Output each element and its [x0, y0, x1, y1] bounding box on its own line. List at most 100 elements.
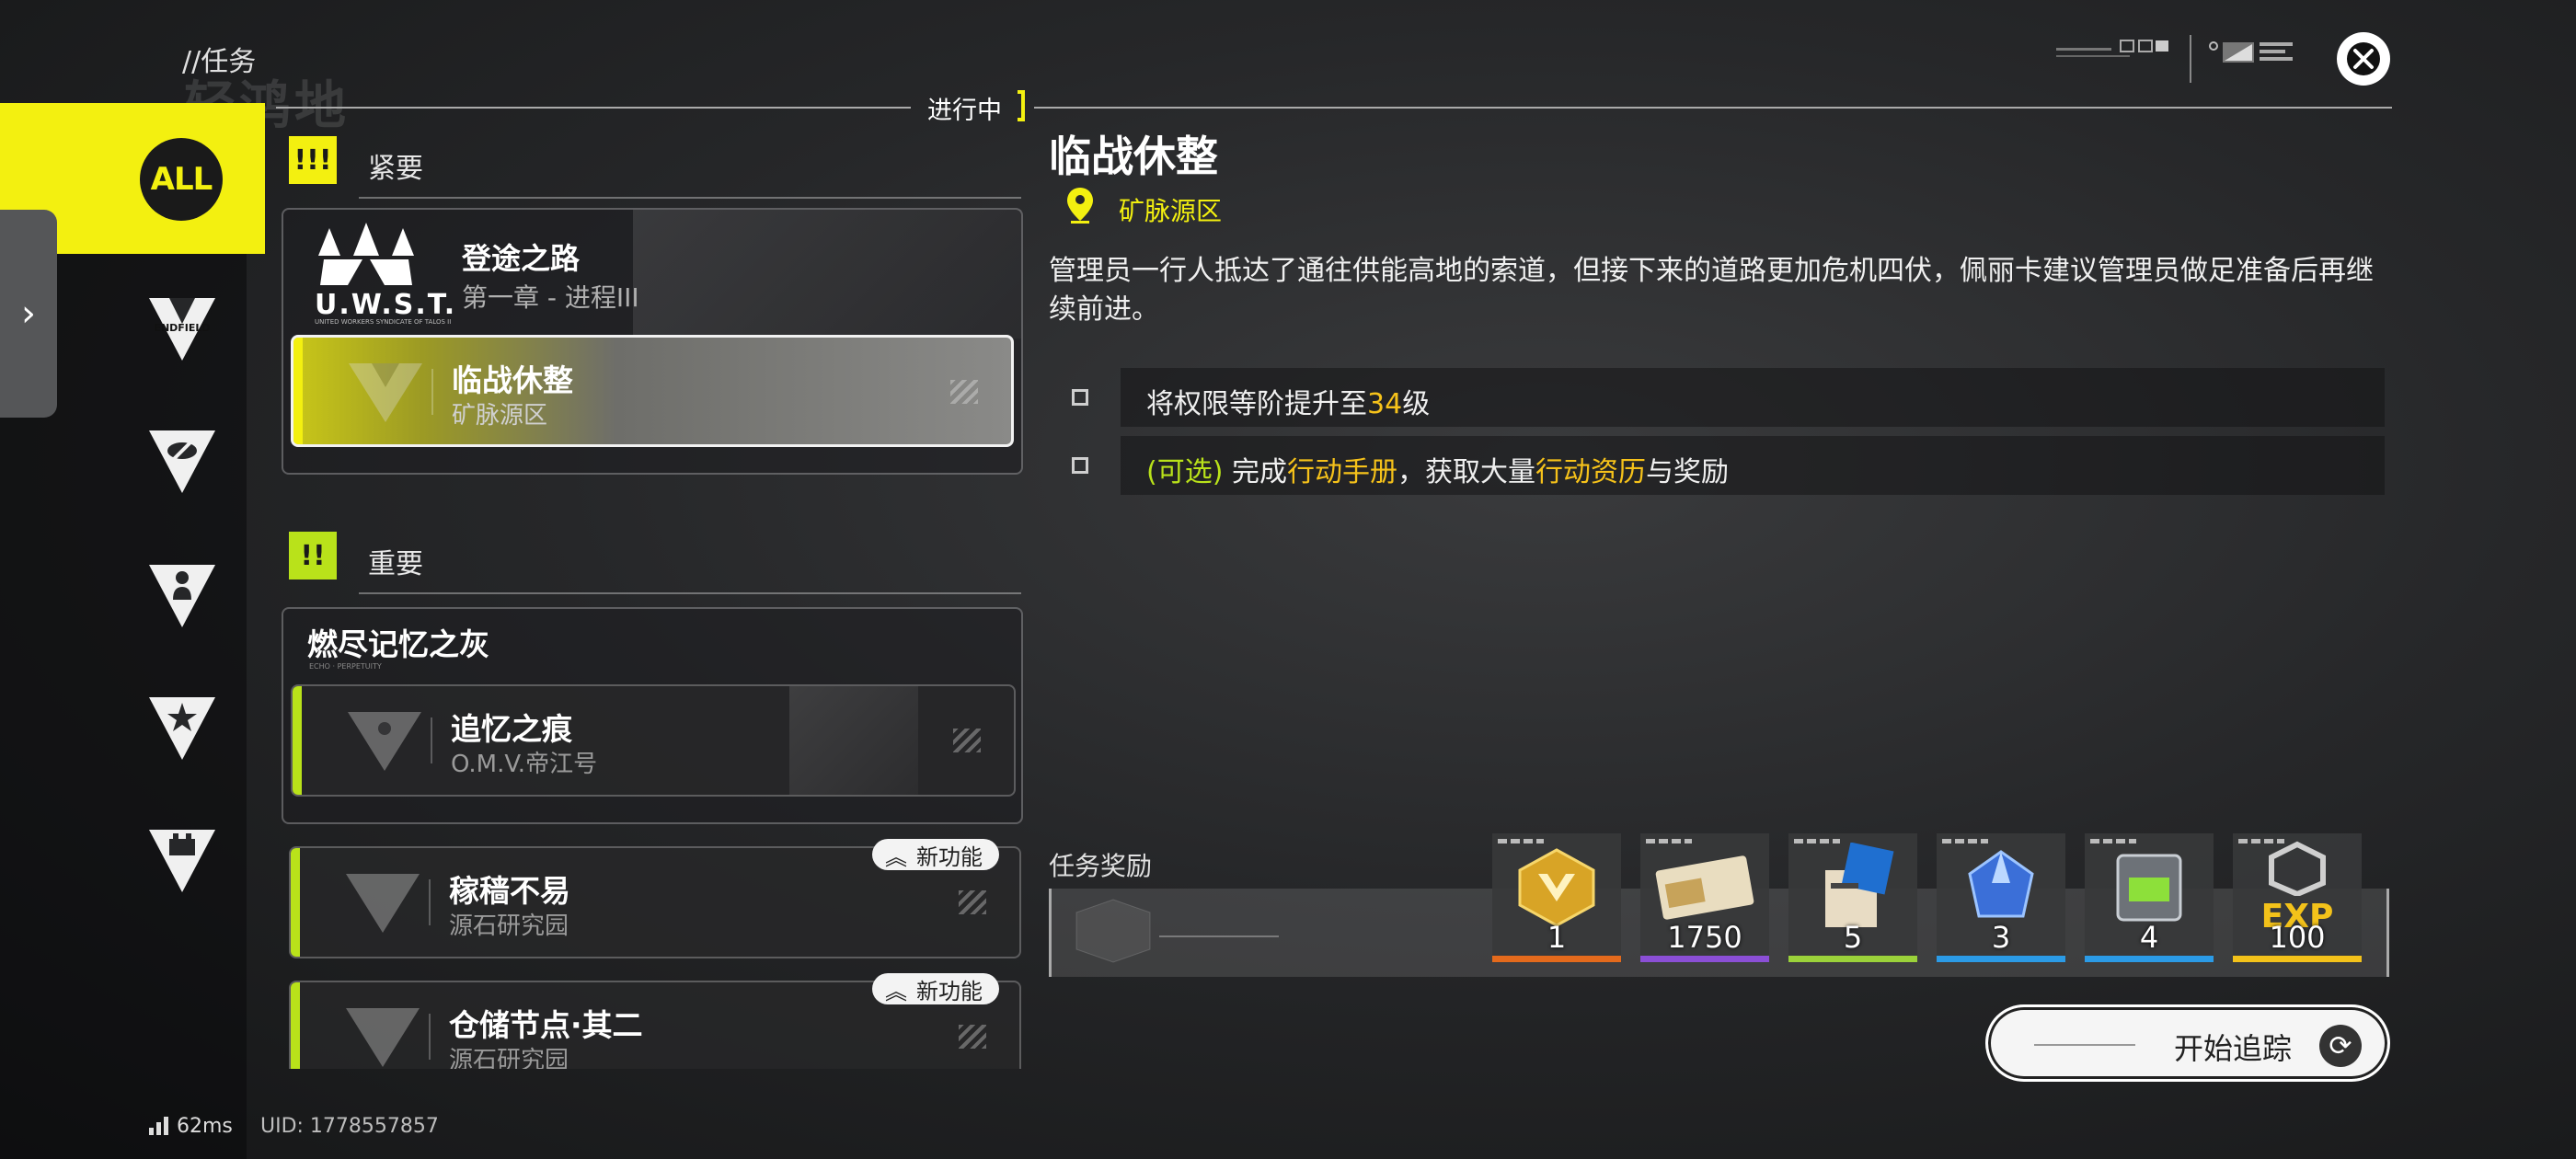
quest-stripes: [959, 1025, 986, 1049]
tracking-icon: ⟳: [2319, 1025, 2362, 1067]
hud-icons: [2209, 41, 2293, 63]
crystal-icon: [1968, 850, 2034, 918]
quest-card-memory[interactable]: 追忆之痕 O.M.V.帝江号: [291, 684, 1016, 797]
progress-line: [276, 107, 911, 109]
uwst-logo-text: U.W.S.T.: [315, 289, 457, 321]
reward-count: 4: [2139, 920, 2159, 955]
quest-description: 管理员一行人抵达了通往供能高地的索道，但接下来的道路更加危机四伏，佩丽卡建议管理…: [1049, 255, 2374, 326]
objective-text: (可选) 完成行动手册，获取大量行动资历与奖励: [1146, 456, 1729, 488]
urgent-badge: !!!: [289, 136, 337, 184]
quest-location: O.M.V.帝江号: [451, 751, 598, 778]
new-feature-tag: ︽ 新功能: [872, 973, 999, 1004]
rewards-track-edge-right: [2386, 889, 2389, 977]
group-title: 登途之路: [462, 241, 581, 276]
urgent-label: 紧要: [368, 153, 423, 185]
rarity-bar: [1492, 956, 1621, 962]
objective-row: 将权限等阶提升至34级: [1121, 368, 2385, 427]
category-eye-icon[interactable]: [145, 423, 219, 497]
close-button[interactable]: [2337, 32, 2390, 86]
drawer-toggle[interactable]: ›: [0, 210, 57, 418]
rarity-bar: [1640, 956, 1769, 962]
device-icon: [2116, 854, 2182, 922]
quest-accent-bar: [293, 338, 303, 444]
quest-separator: [431, 717, 432, 763]
quest-name: 追忆之痕: [451, 711, 572, 747]
quest-stripes: [959, 890, 986, 914]
reward-count: 1750: [1667, 920, 1742, 955]
rarity-bar: [1788, 956, 1917, 962]
reward-item[interactable]: 4: [2085, 833, 2214, 962]
reward-count: 3: [1991, 920, 2011, 955]
quest-separator: [429, 879, 431, 925]
quest-location: 源石研究园: [449, 1047, 569, 1069]
important-rule: [359, 592, 1021, 594]
new-feature-tag: ︽ 新功能: [872, 839, 999, 870]
reward-count: 1: [1547, 920, 1567, 955]
status-bracket: [1018, 90, 1025, 121]
button-decor-line: [2034, 1044, 2135, 1046]
exp-card-icon: [1825, 843, 1894, 927]
rewards-track-edge: [1049, 889, 1052, 977]
quest-name: 仓储节点·其二: [449, 1007, 643, 1043]
rarity-dots: [1498, 839, 1544, 843]
uid-label: UID: 1778557857: [260, 1115, 439, 1138]
quest-group-important: 燃尽记忆之灰 ECHO · PERPETUITY 追忆之痕 O.M.V.帝江号: [282, 607, 1023, 824]
rarity-bar: [2085, 956, 2214, 962]
new-feature-label: 新功能: [916, 978, 983, 1004]
quest-portrait: [789, 686, 918, 795]
quest-stripes: [950, 380, 978, 404]
reward-count: 100: [2269, 920, 2326, 955]
reward-item[interactable]: EXP 100: [2233, 833, 2362, 962]
reward-count: 5: [1843, 920, 1863, 955]
gold-crest-icon: [1518, 848, 1595, 927]
quest-emblem-icon: [346, 874, 420, 933]
category-star-icon[interactable]: [145, 690, 219, 763]
location-pin-icon: [1067, 188, 1093, 224]
important-label: 重要: [368, 548, 423, 580]
rarity-bar: [1937, 956, 2065, 962]
objective-checkbox: [1072, 389, 1088, 406]
start-tracking-label: 开始追踪: [2174, 1031, 2293, 1066]
quest-name: 稼穑不易: [449, 873, 570, 909]
category-person-icon[interactable]: [145, 557, 219, 631]
rarity-dots: [1942, 839, 1988, 843]
quest-card-active[interactable]: 临战休整 矿脉源区: [291, 335, 1014, 447]
group-subtitle: 第一章 - 进程III: [462, 282, 639, 313]
category-building-icon[interactable]: [145, 822, 219, 896]
quest-detail-location: 矿脉源区: [1119, 196, 1223, 226]
uwst-logo-small: UNITED WORKERS SYNDICATE OF TALOS II: [315, 318, 452, 326]
category-endfield-icon[interactable]: ENDFIELD: [145, 291, 219, 364]
quest-accent-bar: [291, 982, 300, 1069]
reward-item[interactable]: 1750: [1640, 833, 1769, 962]
quest-location: 源石研究园: [449, 912, 569, 940]
status-label: 进行中: [927, 97, 1002, 125]
quest-emblem-icon: [346, 1008, 420, 1067]
ping-label: 62ms: [177, 1115, 233, 1138]
quest-detail-title: 临战休整: [1049, 132, 1218, 181]
hud-decoration: [2056, 40, 2168, 57]
quest-accent-bar: [293, 686, 302, 795]
quest-separator: [431, 369, 433, 415]
ticket-icon: [1655, 855, 1754, 920]
start-tracking-button[interactable]: 开始追踪 ⟳: [1985, 1004, 2390, 1082]
quest-emblem-icon: [348, 712, 421, 771]
svg-text:ENDFIELD: ENDFIELD: [154, 322, 210, 334]
quest-stripes: [953, 729, 981, 752]
objective-text: 将权限等阶提升至34级: [1146, 388, 1431, 420]
all-badge: ALL: [140, 138, 223, 221]
signal-icon: [149, 1117, 168, 1135]
reward-item[interactable]: 3: [1937, 833, 2065, 962]
group-illustration: [633, 210, 1021, 339]
objective-checkbox: [1072, 457, 1088, 474]
rarity-dots: [2090, 839, 2136, 843]
reward-item[interactable]: 1: [1492, 833, 1621, 962]
box-watermark-icon: [1075, 899, 1279, 963]
double-chevron-up-icon: ︽: [885, 978, 907, 1004]
quest-separator: [429, 1014, 431, 1060]
quest-accent-bar: [291, 848, 300, 957]
group-small-caption: ECHO · PERPETUITY: [309, 662, 382, 671]
reward-item[interactable]: 5: [1788, 833, 1917, 962]
rewards-label: 任务奖励: [1049, 851, 1153, 881]
chevron-right-icon: ›: [21, 293, 36, 335]
rarity-dots: [1646, 839, 1692, 843]
